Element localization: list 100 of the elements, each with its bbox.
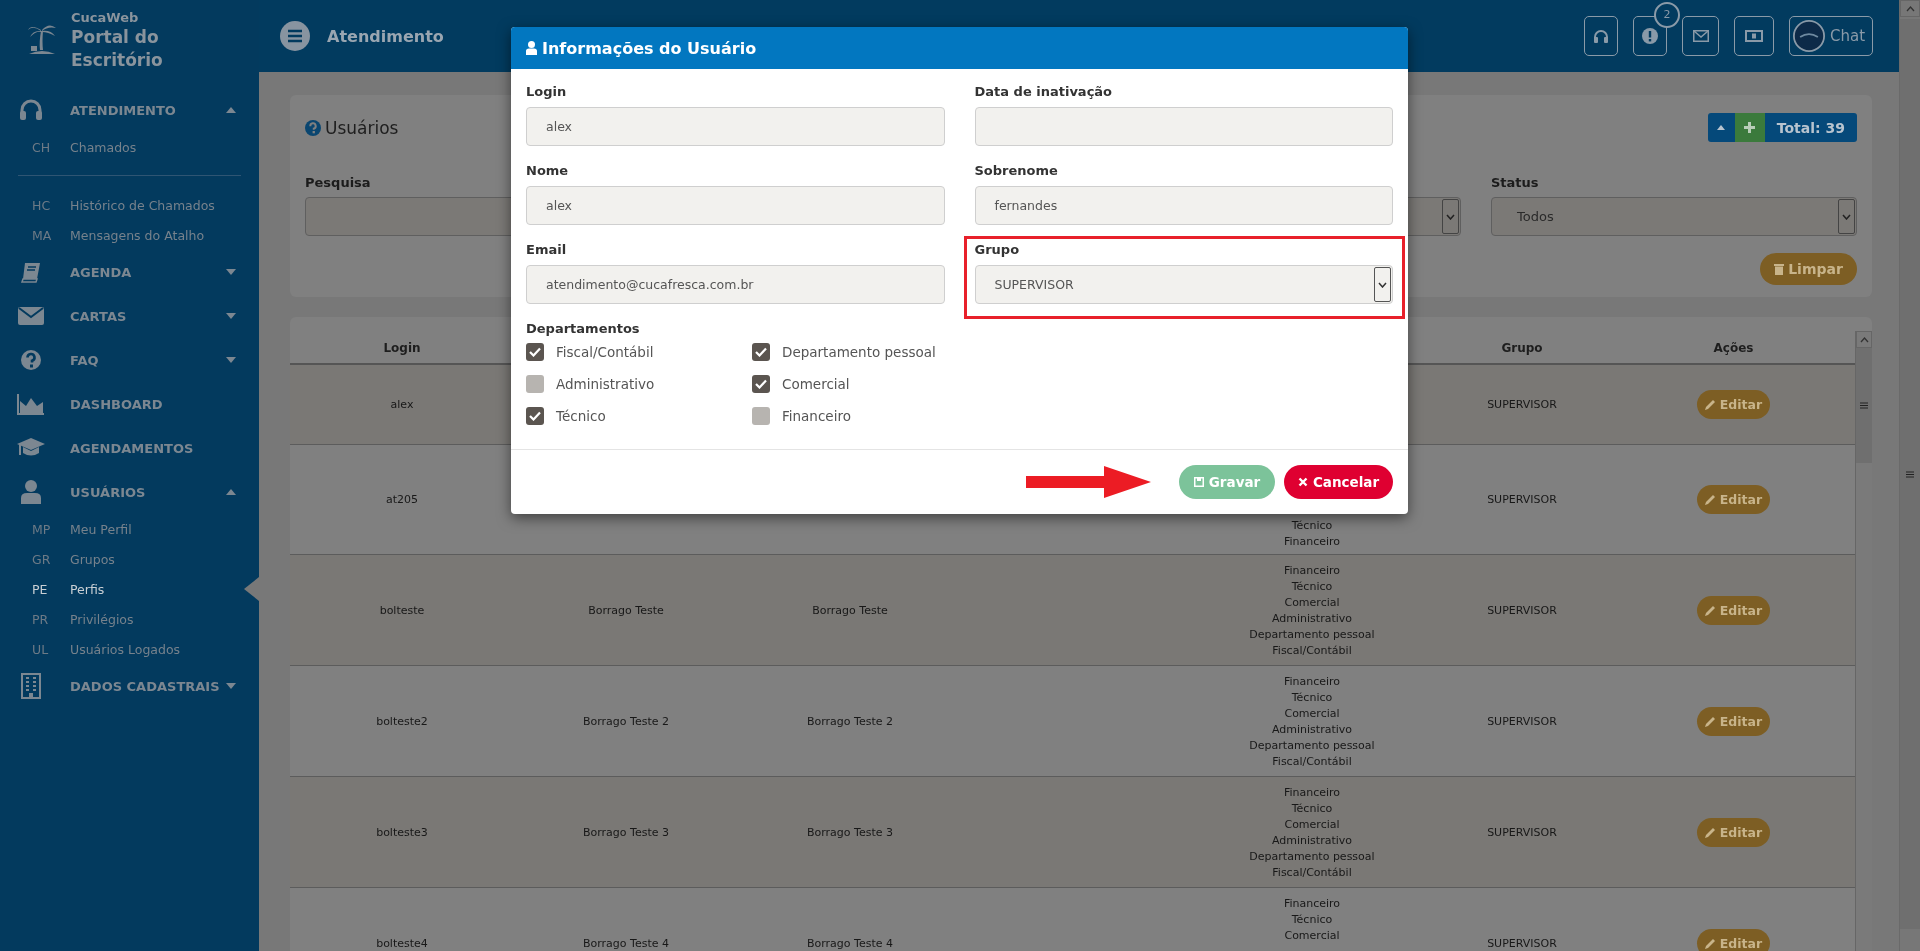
checkbox[interactable] xyxy=(526,343,544,361)
menu-item-label: Chamados xyxy=(70,139,137,155)
menu-section[interactable]: AGENDA xyxy=(0,250,259,294)
checkbox[interactable] xyxy=(526,407,544,425)
checkbox-label: Comercial xyxy=(782,376,850,392)
table-cell: bolteste2 xyxy=(376,714,428,728)
headphones-icon xyxy=(19,99,43,121)
menu-item[interactable]: CH Chamados xyxy=(0,132,259,162)
menu-section[interactable]: ATENDIMENTO xyxy=(0,88,259,132)
banknote-icon xyxy=(1745,30,1763,42)
select-field[interactable]: SUPERVISOR xyxy=(974,265,1393,304)
input-field[interactable]: alex xyxy=(526,107,945,146)
menu-item[interactable]: MP Meu Perfil xyxy=(0,514,259,544)
input-field[interactable] xyxy=(974,107,1393,146)
check-icon xyxy=(529,411,541,421)
checkbox-label: Fiscal/Contábil xyxy=(556,344,654,360)
chevron-down-icon xyxy=(1842,213,1851,220)
table-cell: Borrago Teste xyxy=(588,603,664,617)
table-cell: Técnico Financeiro xyxy=(1283,518,1341,550)
check-icon xyxy=(755,347,767,357)
table-cell: at205 xyxy=(385,493,419,506)
table-cell: bolteste4 xyxy=(376,936,428,950)
envelope-icon xyxy=(1692,30,1709,42)
section-title: Usuários xyxy=(325,117,399,138)
app-name: CucaWeb xyxy=(71,10,140,26)
menu-item[interactable]: PE Perfis xyxy=(0,574,259,604)
menu-item-label: Mensagens do Atalho xyxy=(70,227,205,243)
edit-button[interactable]: Editar xyxy=(1697,928,1770,951)
table-cell: bolteste xyxy=(379,603,425,617)
chevron-up-icon xyxy=(1859,336,1869,343)
input-field[interactable]: atendimento@cucafresca.com.br xyxy=(526,265,945,304)
alert-icon xyxy=(1642,28,1658,44)
menu-item-code: PE xyxy=(31,581,49,597)
input-field[interactable]: fernandes xyxy=(974,186,1393,225)
edit-button[interactable]: Editar xyxy=(1697,595,1770,625)
menu-item[interactable]: PR Privilégios xyxy=(0,604,259,634)
checkbox-label: Financeiro xyxy=(782,408,851,424)
table-cell: Financeiro Técnico Comercial Administrativo Departamento pessoal Fiscal/Contábil xyxy=(1249,563,1375,659)
menu-section[interactable]: DASHBOARD xyxy=(0,382,259,426)
clear-button[interactable]: Limpar xyxy=(1760,253,1857,285)
grip-icon xyxy=(1860,402,1868,409)
notification-badge: 2 xyxy=(1654,2,1680,28)
pencil-icon xyxy=(1704,494,1716,505)
table-cell: Borrago Teste 2 xyxy=(583,714,669,728)
table-cell: Financeiro Técnico Comercial Administrativo Departamento pessoal Fiscal/Contábil xyxy=(1249,674,1375,770)
headset-button[interactable] xyxy=(1584,16,1618,56)
cancel-button[interactable]: Cancelar xyxy=(1284,465,1393,499)
checkbox-label: Administrativo xyxy=(556,376,655,392)
edit-button[interactable]: Editar xyxy=(1697,706,1770,736)
page-title: Atendimento xyxy=(327,26,444,46)
edit-button[interactable]: Editar xyxy=(1697,485,1770,514)
menu-section[interactable]: CARTAS xyxy=(0,294,259,338)
area-chart-icon xyxy=(17,393,45,415)
add-button[interactable] xyxy=(1734,113,1765,142)
table-cell: SUPERVISOR xyxy=(1487,936,1557,950)
mail-button[interactable] xyxy=(1682,16,1719,56)
user-icon xyxy=(21,480,41,504)
table-cell: Borrago Teste 3 xyxy=(583,825,669,839)
checkbox[interactable] xyxy=(752,375,770,393)
scrollbar[interactable] xyxy=(1855,331,1872,951)
checkbox[interactable] xyxy=(752,343,770,361)
menu-section[interactable]: AGENDAMENTOS xyxy=(0,426,259,470)
plus-icon xyxy=(1744,122,1756,133)
scrollbar[interactable] xyxy=(1899,0,1920,951)
menu-item[interactable]: UL Usuários Logados xyxy=(0,634,259,664)
table-cell: SUPERVISOR xyxy=(1487,603,1557,617)
column-header: Login xyxy=(382,340,422,357)
chevron-down-icon xyxy=(1446,213,1455,220)
menu-item[interactable]: GR Grupos xyxy=(0,544,259,574)
chat-button[interactable]: Chat xyxy=(1789,16,1873,56)
menu-item-label: Privilégios xyxy=(70,611,134,627)
field-label: Departamentos xyxy=(526,320,641,338)
table-cell: Borrago Teste 3 xyxy=(807,825,893,839)
menu-section[interactable]: FAQ xyxy=(0,338,259,382)
table-cell: Financeiro Técnico Comercial Administrativo Departamento pessoal Fiscal/Contábil xyxy=(1249,785,1375,881)
save-button[interactable]: Gravar xyxy=(1179,465,1275,499)
collapse-button[interactable] xyxy=(1707,113,1735,142)
menu-icon[interactable] xyxy=(280,21,310,51)
check-icon xyxy=(755,379,767,389)
edit-button[interactable]: Editar xyxy=(1697,817,1770,847)
column-header: Grupo xyxy=(1500,340,1544,357)
help-icon xyxy=(305,119,321,136)
checkbox[interactable] xyxy=(526,375,544,393)
menu-item-code: MP xyxy=(31,521,52,537)
menu-item[interactable]: MA Mensagens do Atalho xyxy=(0,220,259,250)
book-icon xyxy=(20,261,42,283)
edit-button[interactable]: Editar xyxy=(1697,390,1770,419)
input-field[interactable]: alex xyxy=(526,186,945,225)
table-cell: bolteste3 xyxy=(376,825,428,839)
select-field[interactable]: Todos xyxy=(1491,197,1857,236)
checkbox[interactable] xyxy=(752,407,770,425)
check-icon xyxy=(529,347,541,357)
menu-item-label: Usuários Logados xyxy=(70,641,181,657)
menu-item[interactable]: HC Histórico de Chamados xyxy=(0,190,259,220)
money-button[interactable] xyxy=(1734,16,1774,56)
menu-item-code: UL xyxy=(31,641,50,657)
dialog-title: Informações do Usuário xyxy=(542,38,757,58)
menu-section[interactable]: USUÁRIOS xyxy=(0,470,259,514)
menu-section[interactable]: DADOS CADASTRAIS xyxy=(0,664,259,708)
app-title: Portal do Escritório xyxy=(71,26,164,72)
